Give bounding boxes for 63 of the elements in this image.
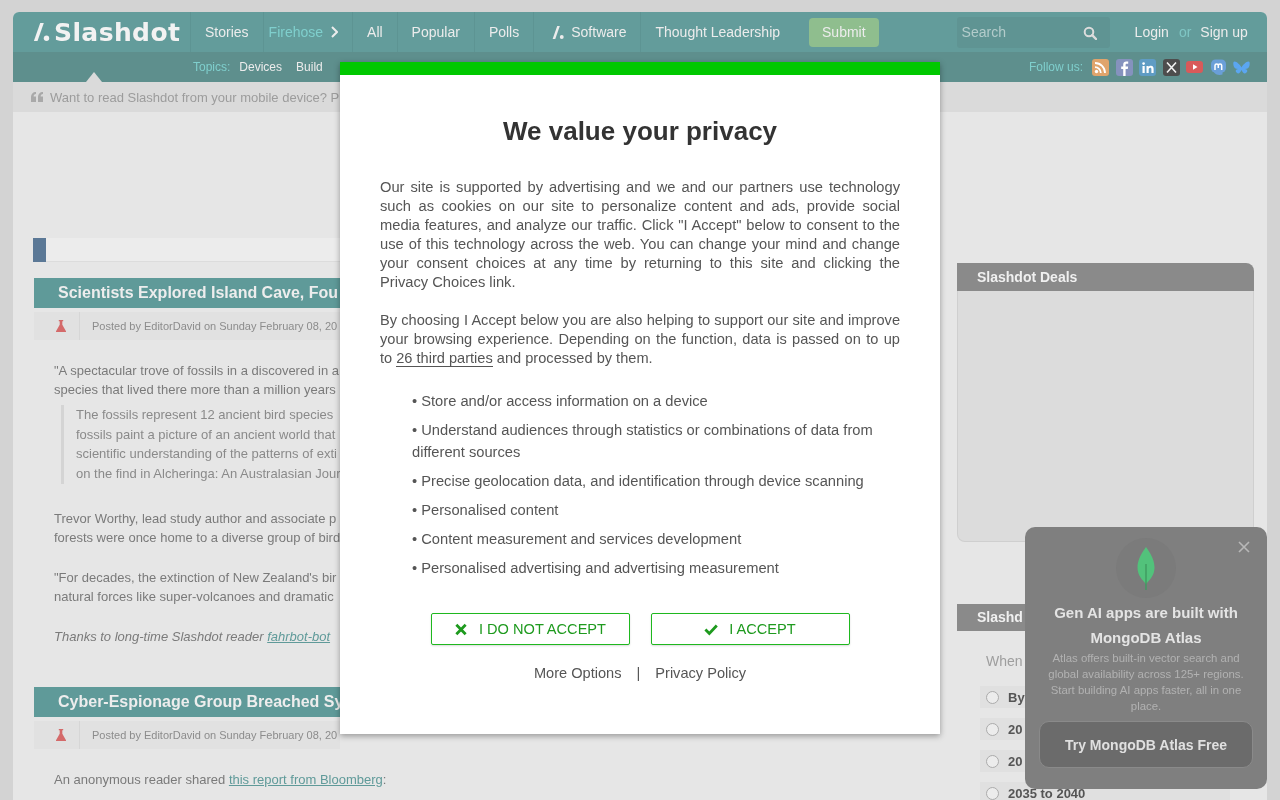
poll-question: When [986, 653, 1023, 669]
signup-link[interactable]: Sign up [1200, 24, 1248, 40]
flask-icon[interactable] [55, 320, 66, 332]
panel-header: Slashdot Deals [957, 263, 1254, 291]
purpose-item: • Personalised content [412, 501, 560, 520]
byline-text: Posted by EditorDavid on Sunday February 08, 20 [92, 728, 338, 741]
quote-icon [31, 92, 43, 102]
purpose-item: • Store and/or access information on a device [412, 392, 709, 411]
radio-button[interactable] [986, 754, 999, 768]
chevron-right-icon [331, 26, 339, 38]
topics-label: Topics: [193, 60, 231, 74]
poll-option[interactable]: By [1008, 689, 1025, 705]
byline-text: Posted by EditorDavid on Sunday February 08, 20 [92, 320, 338, 332]
radio-button[interactable] [986, 722, 999, 736]
story-paragraph: "For decades, the extinction of New Zealand's bir natural forces like super-volcanoes and dramatic [54, 568, 337, 606]
slash-dot-icon [33, 23, 51, 41]
footer-link[interactable]: More Options [533, 664, 622, 682]
accept-button[interactable]: I ACCEPT [650, 613, 850, 645]
linkedin-icon[interactable] [1139, 58, 1156, 76]
x-logo-icon[interactable] [1162, 58, 1180, 76]
promo-button[interactable]: Try MongoDB Atlas Free [1039, 721, 1253, 768]
submit-button[interactable]: Submit [809, 17, 879, 47]
dialog-paragraph: Our site is supported by advertising and we and our partners use technology such as cookies on our site to personalize content and ads, provide social media features, and analyze our traffic. Click "I Accept" below to consent to the use of this technology across the web. You can change your mind and change your consent choices at any time by returning to this site and clicking the Privacy Choices link. [380, 178, 900, 292]
follow-label: Follow us: [1028, 60, 1083, 74]
radio-button[interactable] [986, 690, 999, 704]
story-link[interactable]: this report from Bloomberg [228, 771, 383, 787]
link-separator: | [636, 665, 641, 681]
mastodon-icon[interactable] [1209, 58, 1227, 76]
cross-icon [453, 622, 468, 636]
slash-dot-icon [552, 25, 566, 39]
notice-text[interactable]: Want to read Slashdot from your mobile device? P [50, 89, 340, 105]
dialog-paragraph: By choosing I Accept below you are also helping to support our site and improve your browsing experience. Depending on the function, data is passed on to up to 26 third parties and processed by them. [380, 311, 900, 368]
footer-link[interactable]: Privacy Policy [655, 664, 747, 682]
search-icon[interactable] [1082, 25, 1097, 40]
marker-icon [33, 238, 46, 262]
butterfly-icon[interactable] [1233, 59, 1250, 75]
purpose-item: • Content measurement and services development [412, 530, 743, 549]
purpose-item: • Understand audiences through statistics or combinations of data from different sources [412, 421, 874, 462]
purpose-item: • Precise geolocation data, and identification through device scanning [412, 472, 865, 491]
poll-option[interactable]: 20 [1008, 721, 1023, 737]
logo-link[interactable]: Slashdot [33, 17, 181, 47]
facebook-icon[interactable] [1115, 58, 1133, 76]
topic-link[interactable]: Devices [239, 60, 283, 74]
decline-button[interactable]: I DO NOT ACCEPT [430, 613, 630, 645]
story-headline[interactable]: Scientists Explored Island Cave, Fou [34, 278, 340, 308]
story-paragraph: Trevor Worthy, lead study author and associate p forests were once home to a diverse group of bird [54, 509, 341, 547]
close-icon[interactable] [1238, 541, 1250, 553]
rss-icon[interactable] [1092, 58, 1109, 76]
check-icon [704, 622, 719, 636]
radio-button[interactable] [986, 786, 999, 800]
dialog-title: We value your privacy [501, 115, 779, 147]
third-parties-link[interactable]: 26 third parties [396, 350, 493, 367]
story-paragraph: Thanks to long-time Slashdot reader fahrbot-bot [54, 627, 331, 646]
youtube-icon[interactable] [1186, 61, 1203, 73]
story-paragraph: An anonymous reader shared this report from Bloomberg: [54, 770, 387, 789]
poll-option[interactable]: 20 [1008, 753, 1023, 769]
search-field[interactable]: Search [956, 16, 1110, 48]
story-paragraph: "A spectacular trove of fossils in a discovered in a species that lived there more than a million years [54, 362, 339, 399]
story-link[interactable]: fahrbot-bot [267, 628, 331, 644]
flask-icon[interactable] [55, 728, 66, 741]
purpose-item: • Personalised advertising and advertising measurement [412, 559, 780, 578]
login-link[interactable]: Login [1134, 24, 1169, 40]
topic-link[interactable]: Build [296, 60, 323, 74]
